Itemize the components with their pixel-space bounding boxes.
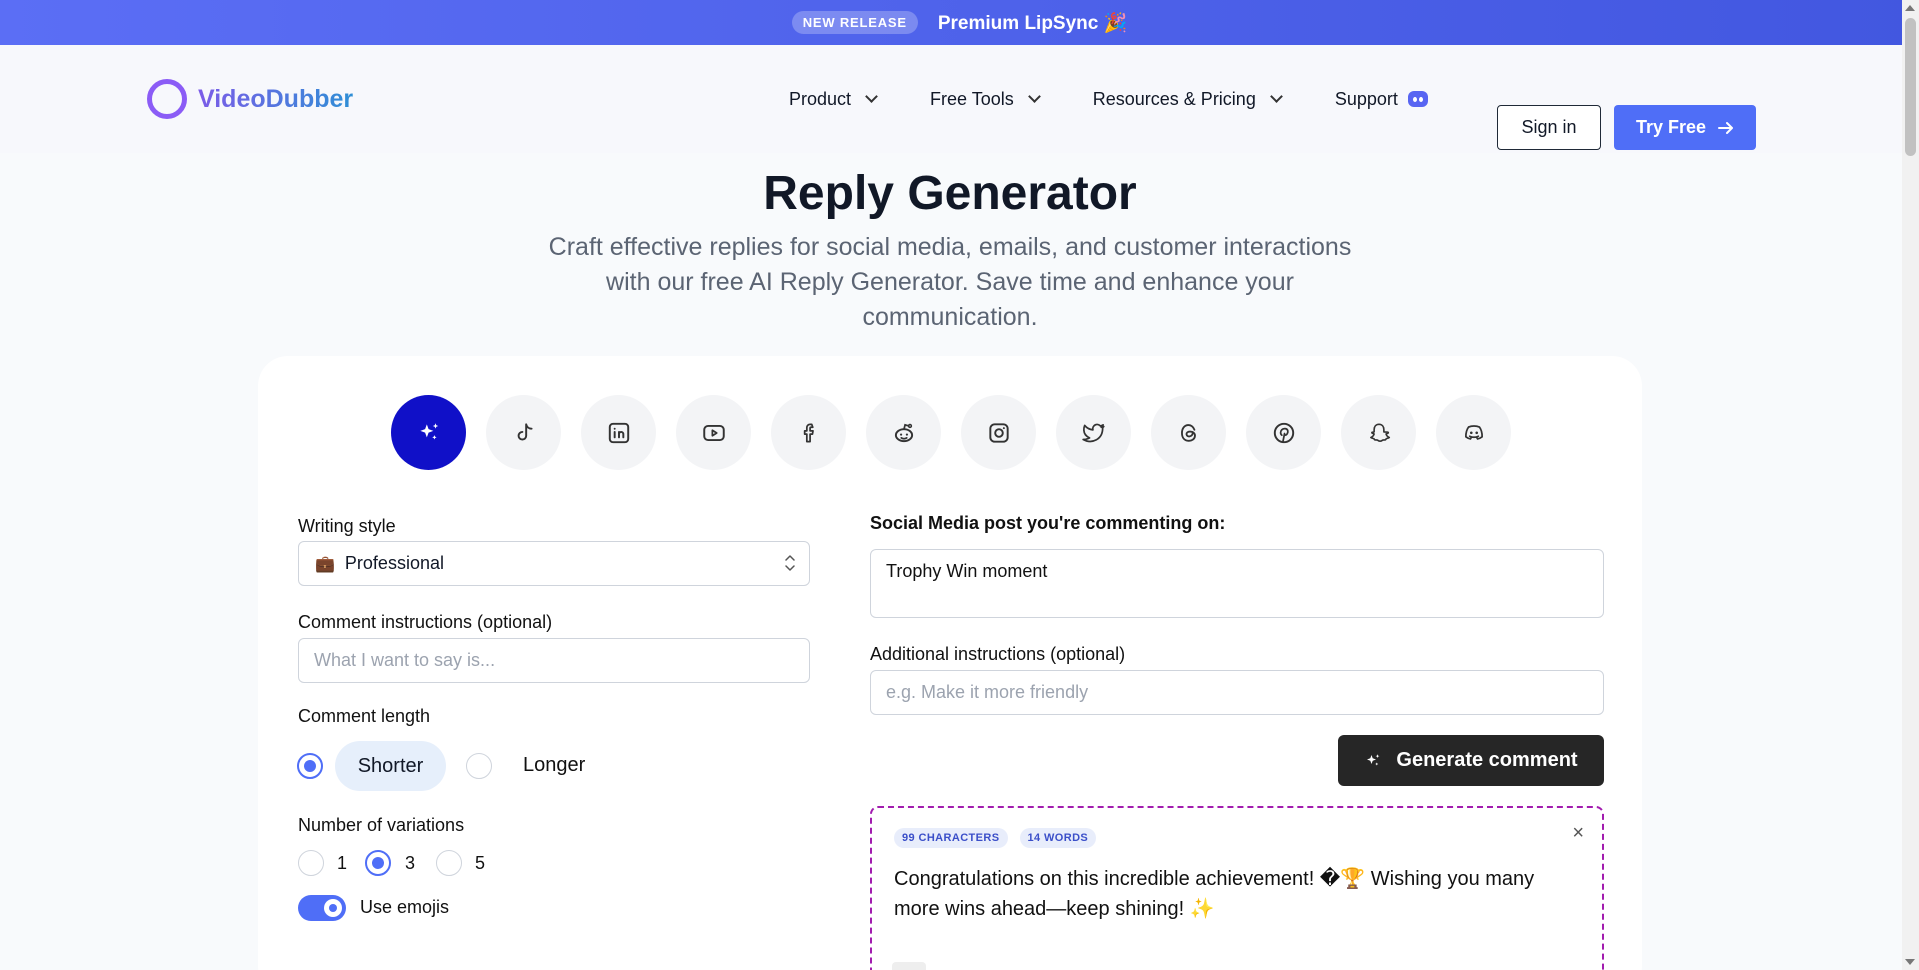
additional-instructions-input[interactable]: e.g. Make it more friendly (870, 670, 1604, 715)
nav-product-label: Product (789, 88, 852, 109)
chevron-down-icon (1269, 90, 1283, 103)
platform-discord[interactable] (1436, 395, 1511, 470)
scrollbar-thumb[interactable] (1905, 18, 1916, 156)
platform-selector (391, 395, 1511, 470)
briefcase-icon: 💼 (315, 555, 335, 573)
generate-comment-button[interactable]: Generate comment (1338, 735, 1604, 786)
writing-style-value: Professional (344, 553, 444, 573)
select-arrows-icon (785, 555, 795, 571)
platform-twitter[interactable] (1056, 395, 1131, 470)
additional-instructions-label: Additional instructions (optional) (870, 644, 1126, 664)
platform-general[interactable] (391, 395, 466, 470)
platform-youtube[interactable] (676, 395, 751, 470)
scroll-up-icon[interactable] (1905, 5, 1915, 11)
comment-instructions-label: Comment instructions (optional) (298, 612, 553, 632)
chevron-down-icon (1027, 90, 1041, 103)
variations-label: Number of variations (298, 815, 465, 835)
writing-style-select[interactable]: 💼 Professional (298, 541, 810, 586)
page-title: Reply Generator (763, 167, 1137, 220)
use-emojis-toggle[interactable] (298, 895, 346, 921)
post-label: Social Media post you're commenting on: (870, 513, 1226, 533)
nav-support[interactable]: Support (1335, 89, 1428, 110)
comment-length-label: Comment length (298, 706, 431, 726)
page-subtitle: Craft effective replies for social media… (548, 233, 1352, 331)
length-shorter-radio[interactable] (297, 753, 323, 779)
youtube-icon (702, 424, 725, 441)
nav-links: Product Free Tools Resources & Pricing S… (789, 45, 1482, 153)
logo-text: VideoDubber (198, 84, 354, 113)
variation-1-label: 1 (337, 853, 348, 873)
page-scrollbar[interactable] (1902, 0, 1919, 970)
linkedin-icon (608, 422, 629, 443)
chevron-down-icon (865, 90, 878, 103)
nav-resources-label: Resources & Pricing (1092, 88, 1256, 109)
discord-icon (1464, 424, 1483, 440)
facebook-icon (803, 422, 814, 443)
platform-snapchat[interactable] (1341, 395, 1416, 470)
result-card: 99 CHARACTERS 14 WORDS × Congratulations… (870, 806, 1604, 970)
discord-icon (1407, 91, 1428, 107)
variation-3-label: 3 (405, 853, 416, 873)
sign-in-button[interactable]: Sign in (1497, 105, 1601, 150)
words-badge: 14 WORDS (1019, 828, 1097, 848)
platform-instagram[interactable] (961, 395, 1036, 470)
release-banner[interactable]: NEW RELEASE Premium LipSync 🎉 (0, 0, 1919, 45)
length-longer-radio[interactable] (466, 753, 492, 779)
nav-resources-pricing[interactable]: Resources & Pricing (1092, 88, 1283, 110)
post-textarea[interactable]: Trophy Win moment (870, 549, 1604, 618)
top-nav: VideoDubber Product Free Tools Resources… (0, 45, 1919, 153)
variation-5-radio[interactable] (436, 850, 462, 876)
characters-badge: 99 CHARACTERS (894, 828, 1008, 848)
sparkle-icon (1367, 753, 1380, 765)
variation-1-radio[interactable] (298, 850, 324, 876)
nav-free-tools-label: Free Tools (930, 88, 1014, 109)
sparkle-icon (419, 422, 438, 439)
platform-reddit[interactable] (866, 395, 941, 470)
platform-tiktok[interactable] (486, 395, 561, 470)
arrow-right-icon (1718, 121, 1734, 134)
copy-button[interactable] (892, 962, 926, 970)
variation-5-label: 5 (475, 853, 486, 873)
use-emojis-label: Use emojis (360, 897, 450, 917)
close-icon[interactable]: × (1572, 822, 1584, 845)
result-text: Congratulations on this incredible achie… (894, 868, 1535, 920)
instagram-icon (988, 422, 1009, 443)
writing-style-label: Writing style (298, 516, 396, 536)
nav-support-label: Support (1334, 88, 1398, 109)
scroll-down-icon[interactable] (1905, 959, 1915, 965)
result-stats: 99 CHARACTERS 14 WORDS (894, 828, 1097, 848)
platform-linkedin[interactable] (581, 395, 656, 470)
logo-ring-icon (147, 79, 187, 119)
threads-icon (1180, 423, 1196, 442)
comment-instructions-input[interactable]: What I want to say is... (298, 638, 810, 683)
try-free-button[interactable]: Try Free (1614, 105, 1756, 150)
reddit-icon (894, 423, 913, 442)
length-longer-option[interactable]: Longer (523, 754, 585, 777)
twitter-icon (1081, 423, 1105, 442)
platform-pinterest[interactable] (1246, 395, 1321, 470)
generate-comment-label: Generate comment (1396, 749, 1578, 771)
snapchat-icon (1369, 423, 1390, 442)
variation-3-radio[interactable] (365, 850, 391, 876)
platform-threads[interactable] (1151, 395, 1226, 470)
nav-free-tools[interactable]: Free Tools (930, 88, 1041, 110)
length-shorter-option[interactable]: Shorter (335, 741, 446, 791)
pinterest-icon (1273, 422, 1294, 443)
nav-product[interactable]: Product (789, 88, 878, 110)
try-free-label: Try Free (1635, 117, 1707, 137)
new-release-badge: NEW RELEASE (791, 11, 918, 34)
logo[interactable]: VideoDubber (147, 79, 353, 119)
banner-text[interactable]: Premium LipSync 🎉 (938, 11, 1127, 35)
tiktok-icon (517, 422, 533, 440)
platform-facebook[interactable] (771, 395, 846, 470)
